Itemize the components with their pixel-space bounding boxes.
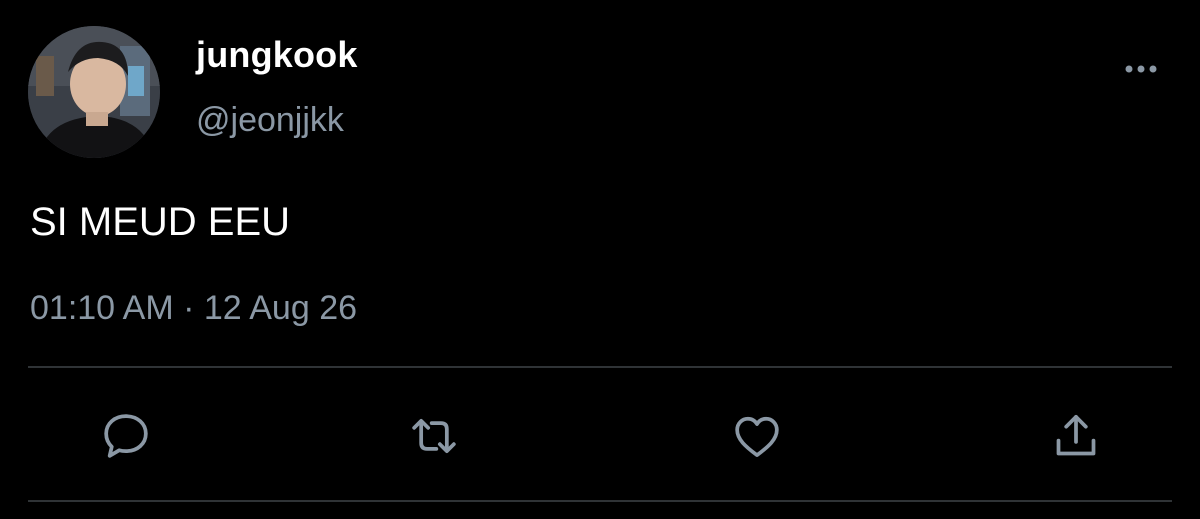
tweet-timestamp[interactable]: 01:10 AM · 12 Aug 26 (30, 286, 357, 330)
share-icon (1056, 415, 1096, 456)
more-horizontal-icon[interactable] (1122, 58, 1160, 80)
retweet-button[interactable] (404, 406, 464, 466)
retweet-icon (412, 418, 456, 454)
divider (28, 366, 1172, 368)
author-name[interactable]: jungkook (196, 33, 358, 77)
share-button[interactable] (1046, 406, 1106, 466)
avatar[interactable] (28, 26, 160, 158)
reply-button[interactable] (96, 406, 156, 466)
reply-icon (104, 414, 148, 458)
divider (28, 500, 1172, 502)
author-handle[interactable]: @jeonjjkk (196, 98, 344, 142)
tweet-text: SI MEUD EEU (30, 200, 291, 244)
like-button[interactable] (727, 406, 787, 466)
avatar-photo (28, 26, 160, 158)
heart-icon (735, 416, 779, 457)
